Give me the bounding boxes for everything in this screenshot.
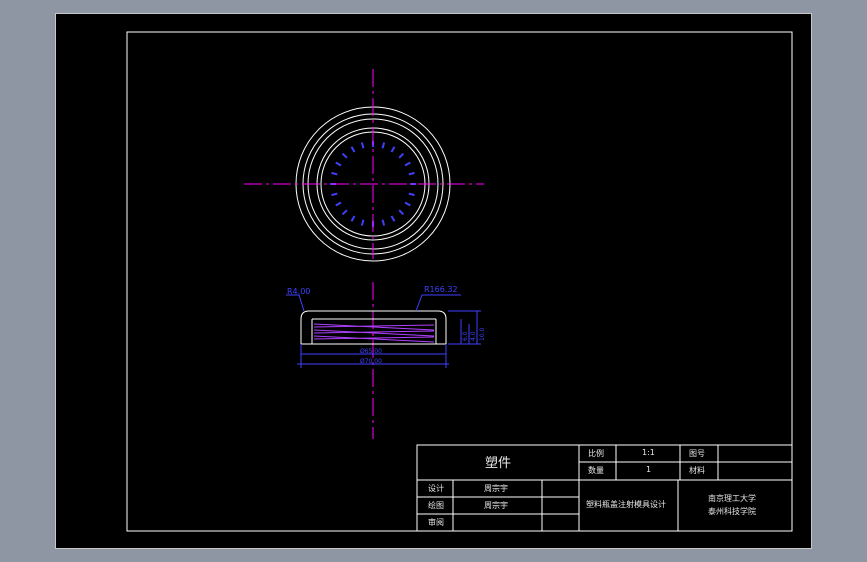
knurl-tick: [404, 201, 411, 207]
knurl-tick: [404, 161, 411, 167]
knurl-tick: [335, 161, 342, 167]
dim-r-small: R4.00: [287, 287, 310, 296]
qty-label: 数量: [588, 466, 604, 475]
project-title: 塑料瓶盖注射模具设计: [586, 500, 666, 509]
leader-r-small: [286, 294, 305, 312]
knurl-tick: [381, 142, 386, 149]
leader-r-large: [415, 294, 461, 312]
dim-width-outer: Ø70.00: [360, 358, 382, 365]
knurl-tick: [390, 146, 396, 153]
knurl-tick: [350, 146, 356, 153]
knurl-tick: [360, 219, 365, 226]
drawing-no-label: 图号: [689, 449, 705, 458]
dim-h1: 10.0: [479, 327, 486, 341]
knurl-tick: [335, 201, 342, 207]
draw-label: 绘图: [428, 501, 444, 510]
knurl-tick: [350, 215, 356, 222]
dim-h2: 6.0: [462, 331, 469, 341]
drawing-sheet: R4.00 R166.32 Ø65.00 Ø70.00 10.0 6.0 4.0…: [55, 13, 812, 549]
scale-value: 1:1: [642, 448, 655, 457]
knurl-tick: [360, 142, 365, 149]
school-line1: 南京理工大学: [708, 494, 756, 503]
review-label: 审阅: [428, 518, 444, 527]
material-label: 材料: [689, 466, 705, 475]
knurl-tick: [398, 152, 405, 159]
part-name: 塑件: [485, 456, 512, 471]
top-view: [244, 69, 484, 262]
knurl-tick: [408, 171, 415, 176]
knurl-tick: [341, 209, 348, 216]
knurl-tick: [341, 152, 348, 159]
design-label: 设计: [428, 484, 444, 493]
knurl-tick: [381, 219, 386, 226]
section-view: R4.00 R166.32 Ø65.00 Ø70.00 10.0 6.0 4.0: [286, 282, 486, 439]
dim-width-inner: Ø65.00: [360, 348, 382, 355]
dim-h3: 4.0: [470, 331, 477, 341]
knurl-tick: [390, 215, 396, 222]
knurl-tick: [331, 192, 338, 197]
draw-name: 周宗宇: [484, 501, 508, 510]
design-name: 周宗宇: [484, 484, 508, 493]
school-line2: 泰州科技学院: [708, 507, 756, 516]
thread-lines: [313, 323, 435, 343]
knurl-tick: [398, 209, 405, 216]
dim-r-large: R166.32: [424, 285, 458, 294]
knurl-tick: [331, 171, 338, 176]
scale-label: 比例: [588, 449, 604, 458]
qty-value: 1: [646, 465, 652, 474]
title-block-grid: [416, 444, 793, 532]
knurl-tick: [408, 192, 415, 197]
